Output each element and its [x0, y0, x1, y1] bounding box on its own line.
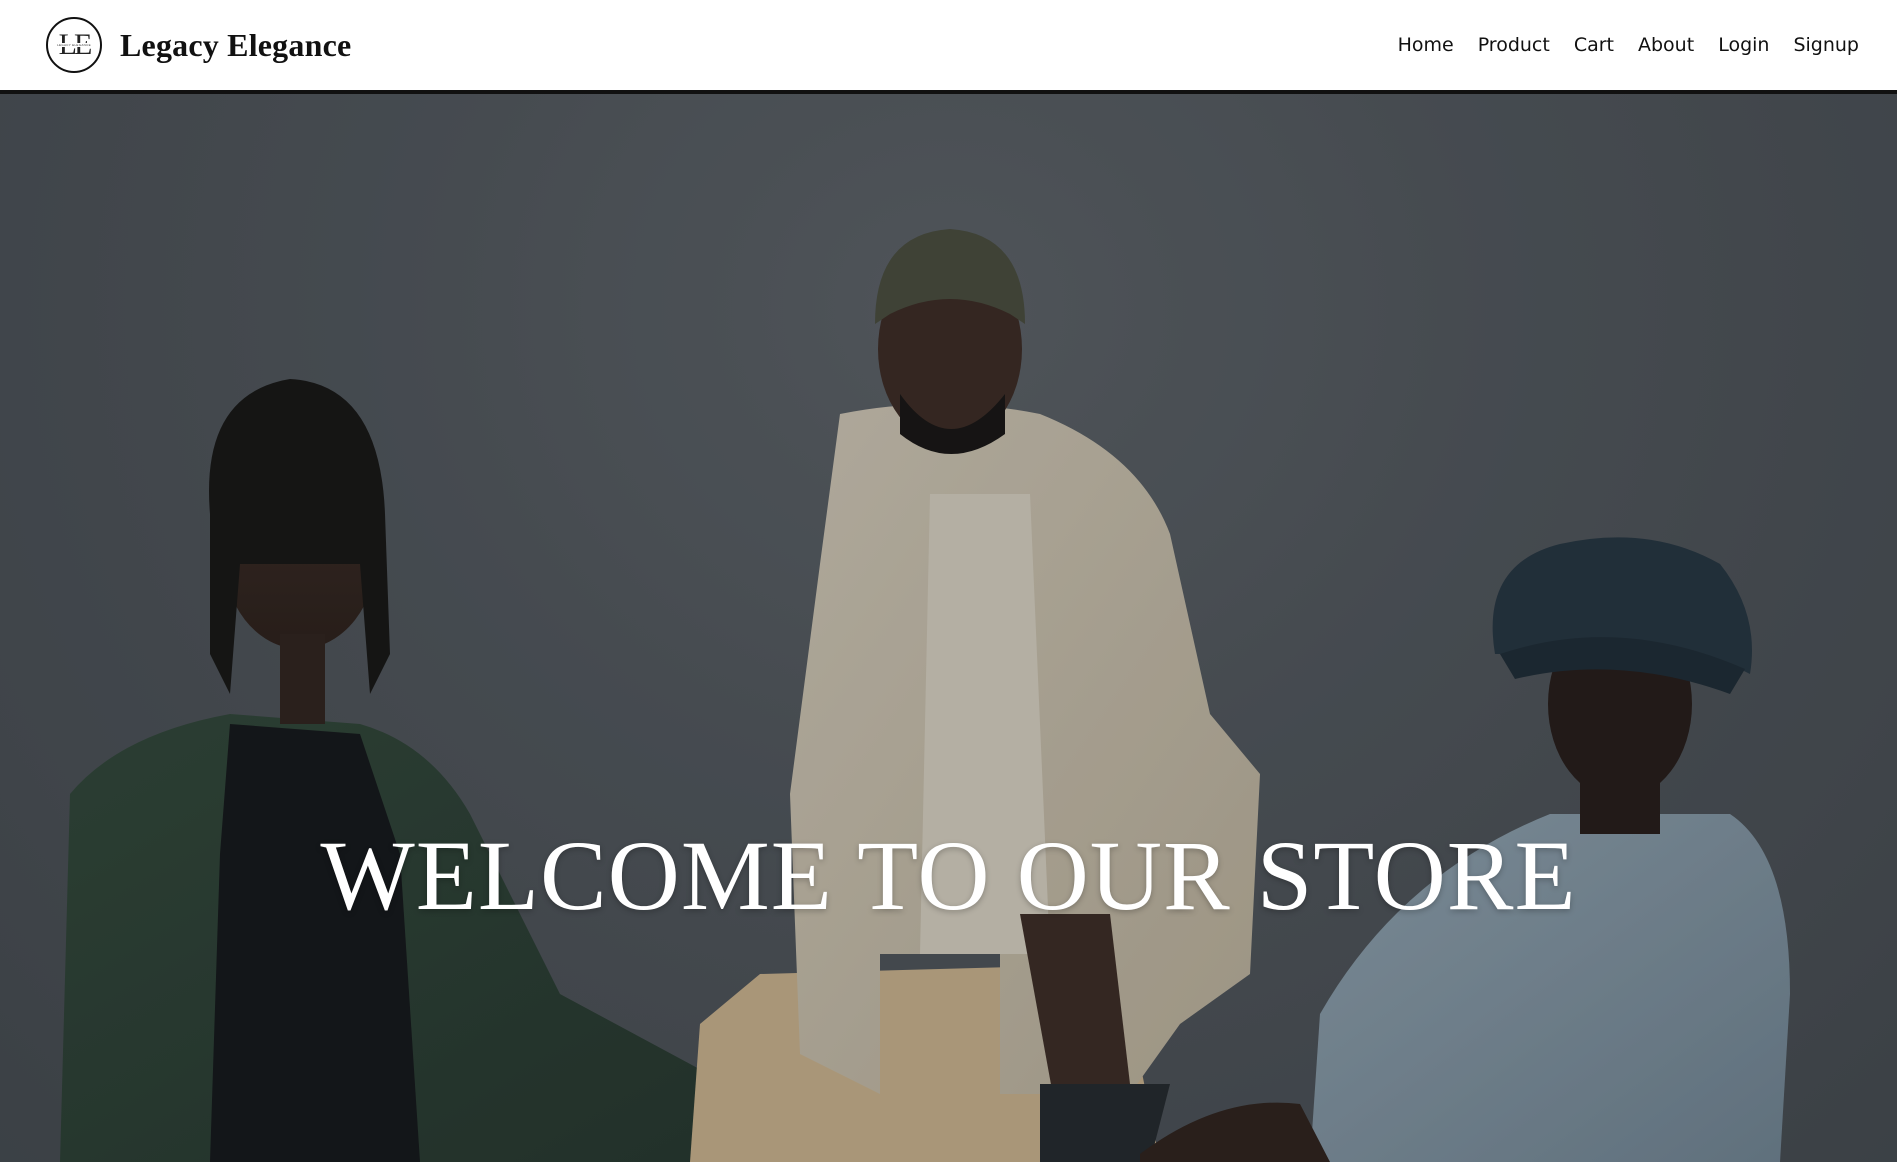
logo-wordmark: LEGACY ELEGANCE — [56, 43, 92, 47]
top-navbar: LE LEGACY ELEGANCE Legacy Elegance Home … — [0, 0, 1897, 94]
main-nav: Home Product Cart About Login Signup — [1398, 34, 1859, 56]
nav-link-login[interactable]: Login — [1718, 34, 1769, 56]
hero-title: WELCOME TO OUR STORE — [320, 820, 1577, 931]
nav-link-about[interactable]: About — [1638, 34, 1694, 56]
nav-link-home[interactable]: Home — [1398, 34, 1454, 56]
hero-overlay — [0, 94, 1897, 1162]
brand-logo: LE LEGACY ELEGANCE — [46, 17, 102, 73]
hero-banner: WELCOME TO OUR STORE — [0, 94, 1897, 1162]
nav-link-cart[interactable]: Cart — [1574, 34, 1614, 56]
nav-link-signup[interactable]: Signup — [1793, 34, 1859, 56]
brand-home-link[interactable]: LE LEGACY ELEGANCE Legacy Elegance — [46, 17, 351, 73]
nav-link-product[interactable]: Product — [1478, 34, 1550, 56]
brand-name: Legacy Elegance — [120, 26, 352, 63]
